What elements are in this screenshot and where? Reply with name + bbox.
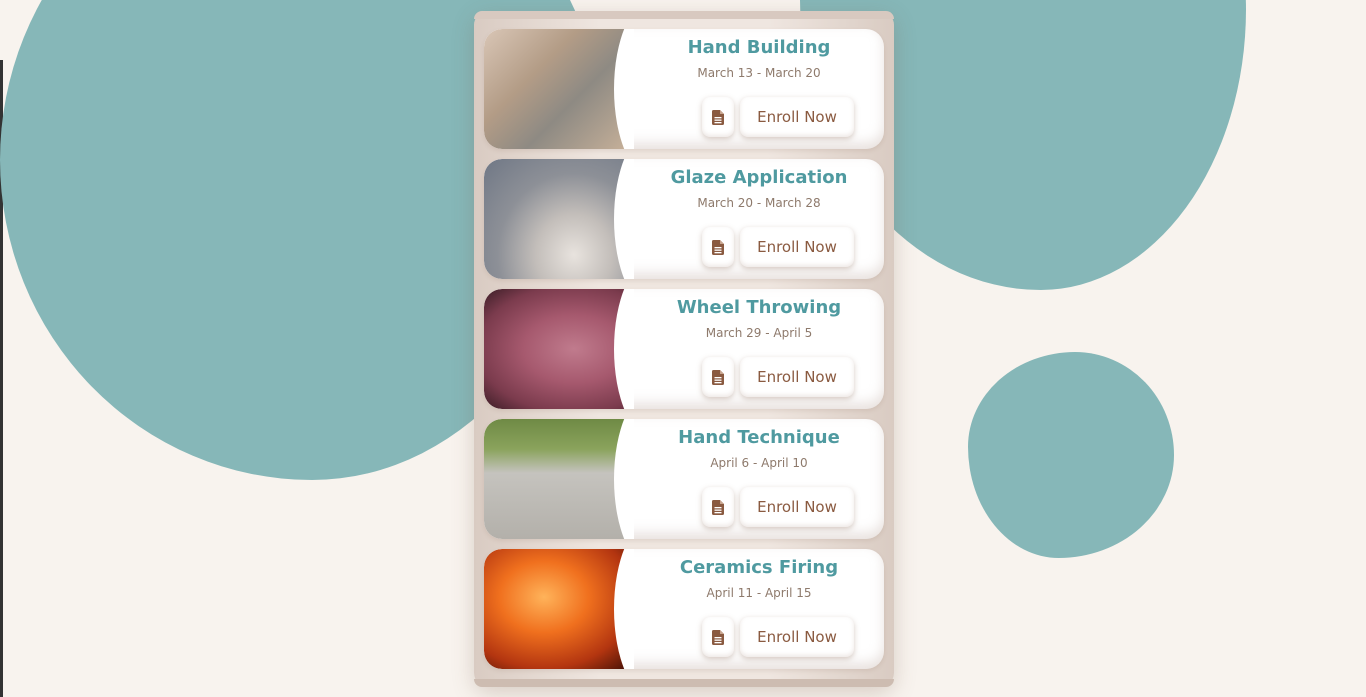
course-details-button[interactable] [702, 487, 734, 527]
course-details-button[interactable] [702, 227, 734, 267]
file-text-icon [712, 109, 724, 125]
course-card-glaze-application: Glaze Application March 20 - March 28 En… [484, 159, 884, 279]
course-details-button[interactable] [702, 357, 734, 397]
course-dates: April 6 - April 10 [710, 456, 808, 470]
course-image-ceramics-firing [484, 549, 634, 669]
course-title: Hand Building [687, 37, 831, 58]
course-title: Ceramics Firing [679, 557, 839, 578]
course-details-button[interactable] [702, 97, 734, 137]
page: Hand Building March 13 - March 20 Enroll… [0, 0, 1366, 697]
course-list-panel: Hand Building March 13 - March 20 Enroll… [474, 11, 894, 687]
enroll-now-button[interactable]: Enroll Now [740, 357, 854, 397]
file-text-icon [712, 239, 724, 255]
course-title: Wheel Throwing [676, 297, 842, 318]
course-title: Glaze Application [670, 167, 848, 188]
course-card-hand-building: Hand Building March 13 - March 20 Enroll… [484, 29, 884, 149]
course-image-glaze-application [484, 159, 634, 279]
course-dates: March 13 - March 20 [697, 66, 821, 80]
course-image-hand-building [484, 29, 634, 149]
enroll-now-button[interactable]: Enroll Now [740, 227, 854, 267]
course-dates: March 29 - April 5 [705, 326, 813, 340]
enroll-now-button[interactable]: Enroll Now [740, 97, 854, 137]
enroll-now-button[interactable]: Enroll Now [740, 617, 854, 657]
decorative-blob-right-small [968, 352, 1174, 558]
course-details-button[interactable] [702, 617, 734, 657]
file-text-icon [712, 629, 724, 645]
course-card-wheel-throwing: Wheel Throwing March 29 - April 5 Enroll… [484, 289, 884, 409]
file-text-icon [712, 369, 724, 385]
course-dates: April 11 - April 15 [706, 586, 812, 600]
course-dates: March 20 - March 28 [697, 196, 821, 210]
course-card-hand-technique: Hand Technique April 6 - April 10 Enroll… [484, 419, 884, 539]
enroll-now-button[interactable]: Enroll Now [740, 487, 854, 527]
course-image-hand-technique [484, 419, 634, 539]
course-card-ceramics-firing: Ceramics Firing April 11 - April 15 Enro… [484, 549, 884, 669]
course-title: Hand Technique [678, 427, 840, 448]
file-text-icon [712, 499, 724, 515]
course-image-wheel-throwing [484, 289, 634, 409]
